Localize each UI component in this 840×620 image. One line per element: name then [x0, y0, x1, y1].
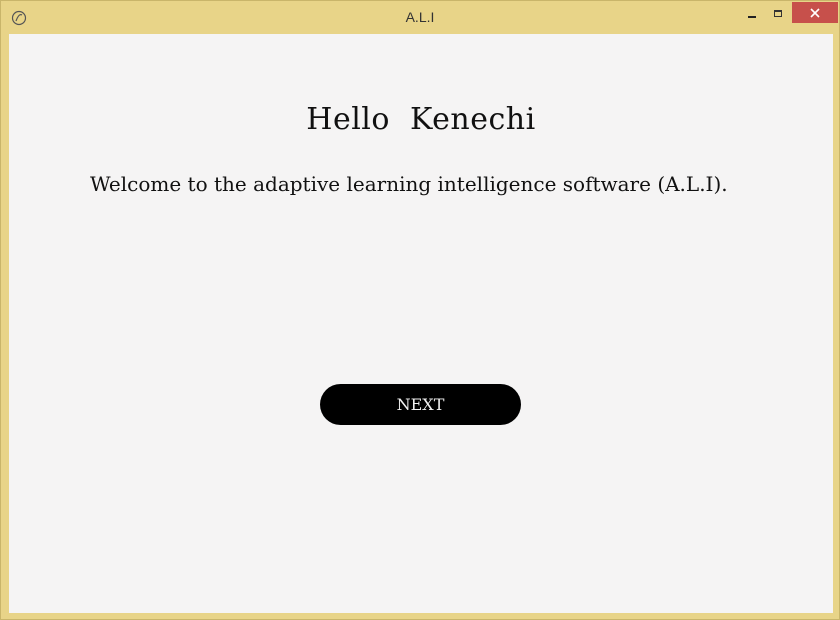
maximize-button[interactable] [766, 3, 790, 23]
maximize-icon [774, 9, 782, 17]
main-content: Hello Kenechi Welcome to the adaptive le… [9, 34, 833, 613]
close-button[interactable] [792, 2, 838, 23]
minimize-icon [748, 16, 756, 18]
greeting-heading: Hello Kenechi [306, 102, 536, 137]
title-bar[interactable]: A.L.I [1, 1, 839, 34]
window-title: A.L.I [405, 9, 435, 25]
close-icon [810, 7, 820, 18]
minimize-button[interactable] [740, 3, 764, 23]
app-window: A.L.I Hello Kenechi Welcome to the adapt… [0, 0, 840, 620]
next-button[interactable]: NEXT [320, 384, 521, 425]
welcome-text: Welcome to the adaptive learning intelli… [90, 172, 728, 196]
